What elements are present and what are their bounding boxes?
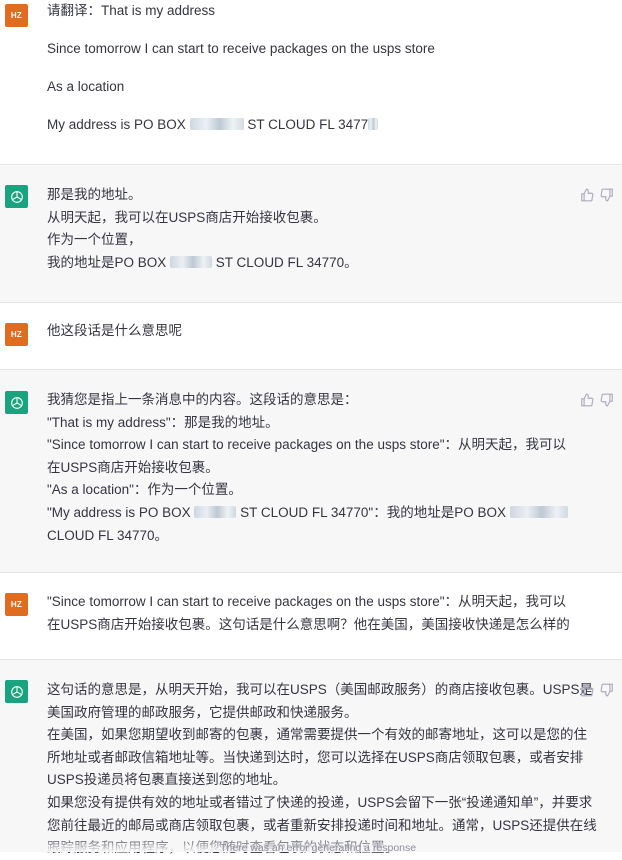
thumbs-down-icon[interactable] — [600, 683, 614, 697]
message-user-2: HZ 他这段话是什么意思呢 — [0, 302, 622, 369]
thumbs-up-icon[interactable] — [580, 393, 594, 407]
message-assistant-2: 我猜您是指上一条消息中的内容。这段话的意思是： "That is my addr… — [0, 369, 622, 572]
user-avatar: HZ — [5, 323, 28, 346]
message-text: "That is my address"：那是我的地址。 — [47, 414, 279, 430]
message-text: 作为一个位置， — [47, 232, 142, 248]
message-text: 请翻译：That is my address — [47, 3, 216, 18]
redacted-text — [509, 505, 568, 518]
message-text: 在USPS商店开始接收包裹。这句话是什么意思啊？他在美国，美国接收快递是怎么样的 — [47, 616, 570, 632]
assistant-avatar — [5, 185, 28, 208]
message-text: "Since tomorrow I can start to receive p… — [47, 437, 567, 453]
assistant-avatar — [5, 391, 28, 414]
error-message: There was an error generating a response — [220, 842, 417, 854]
feedback-actions — [580, 683, 614, 697]
redacted-text — [189, 117, 244, 130]
message-text: Since tomorrow I can start to receive pa… — [47, 40, 435, 56]
message-text: CLOUD FL 34770。 — [47, 527, 169, 543]
message-text: "As a location"：作为一个位置。 — [47, 482, 242, 498]
openai-logo-icon — [10, 396, 23, 409]
message-user-1: HZ 请翻译：That is my address Since tomorrow… — [0, 0, 622, 164]
user-avatar: HZ — [5, 593, 28, 616]
message-text: "Since tomorrow I can start to receive p… — [47, 594, 567, 609]
message-text: 如果您没有提供有效的地址或者错过了快递的投递，USPS会留下一张“投递通知单”，… — [47, 794, 593, 810]
openai-logo-icon — [10, 685, 23, 698]
message-text: 我的地址是PO BOX ST CLOUD FL 34770。 — [47, 254, 358, 270]
message-text: My address is PO BOX ST CLOUD FL 3477 — [47, 114, 575, 137]
message-text: "My address is PO BOX ST CLOUD FL 34770"… — [47, 502, 575, 525]
message-text: 这句话的意思是，从明天开始，我可以在USPS（美国邮政服务）的商店接收包裹。US… — [47, 682, 594, 697]
message-text: 那是我的地址。 — [47, 187, 142, 202]
message-text: 您前往最近的邮局或商店领取包裹，或者重新安排投递时间和地址。通常，USPS还提供… — [47, 817, 597, 833]
thumbs-down-icon[interactable] — [600, 188, 614, 202]
message-text: As a location — [47, 78, 125, 94]
message-text: 美国政府管理的邮政服务，它提供邮政和快递服务。 — [47, 704, 358, 720]
message-user-3: HZ "Since tomorrow I can start to receiv… — [0, 572, 622, 659]
message-assistant-3: 这句话的意思是，从明天开始，我可以在USPS（美国邮政服务）的商店接收包裹。US… — [0, 659, 622, 855]
redacted-text — [170, 255, 213, 268]
thumbs-down-icon[interactable] — [600, 393, 614, 407]
message-assistant-1: 那是我的地址。 从明天起，我可以在USPS商店开始接收包裹。 作为一个位置， 我… — [0, 164, 622, 302]
thumbs-up-icon[interactable] — [580, 683, 594, 697]
message-text: 在美国，如果您期望收到邮寄的包裹，通常需要提供一个有效的邮寄地址，这可以是您的住 — [47, 727, 587, 743]
user-avatar: HZ — [5, 4, 28, 27]
message-text: 他这段话是什么意思呢 — [47, 323, 182, 338]
message-text: 从明天起，我可以在USPS商店开始接收包裹。 — [47, 209, 327, 225]
redacted-text — [368, 117, 379, 130]
message-text: 我猜您是指上一条消息中的内容。这段话的意思是： — [47, 392, 358, 407]
redacted-text — [194, 505, 237, 518]
feedback-actions — [580, 188, 614, 202]
assistant-avatar — [5, 680, 28, 703]
thumbs-up-icon[interactable] — [580, 188, 594, 202]
openai-logo-icon — [10, 190, 23, 203]
message-text: USPS投递员将包裹直接送到您的地址。 — [47, 772, 287, 788]
message-text: 所地址或者邮政信箱地址等。当快递到达时，您可以选择在USPS商店领取包裹，或者安… — [47, 749, 584, 765]
message-text: 在USPS商店开始接收包裹。 — [47, 459, 219, 475]
feedback-actions — [580, 393, 614, 407]
